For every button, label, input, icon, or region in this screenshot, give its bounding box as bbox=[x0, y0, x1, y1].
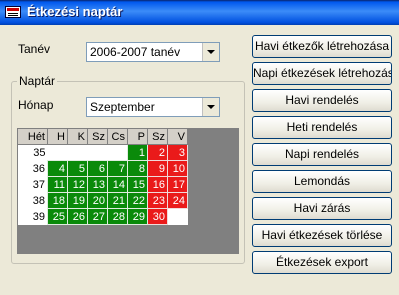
week-number-cell: 39 bbox=[17, 208, 48, 225]
day-cell[interactable]: 14 bbox=[107, 176, 128, 193]
day-cell[interactable]: 22 bbox=[127, 192, 148, 209]
header-cell-monday: H bbox=[47, 128, 68, 145]
calendar-app-icon[interactable] bbox=[5, 6, 21, 18]
header-cell-thursday: Cs bbox=[107, 128, 128, 145]
header-cell-sunday: V bbox=[167, 128, 188, 145]
etkezesek-export-button[interactable]: Étkezések export bbox=[252, 251, 392, 274]
day-cell[interactable]: 16 bbox=[147, 176, 168, 193]
honap-select[interactable]: Szeptember bbox=[86, 97, 220, 117]
day-cell[interactable]: 13 bbox=[87, 176, 108, 193]
day-cell[interactable]: 25 bbox=[47, 208, 68, 225]
havi-rendeles-button[interactable]: Havi rendelés bbox=[252, 89, 392, 112]
calendar-grid: Hét H K Sz Cs P Sz V 35 1 2 3 36 4 5 6 7 8 9 10 37 11… bbox=[17, 128, 239, 254]
title-bar: Étkezési naptár bbox=[0, 0, 399, 25]
day-cell[interactable]: 18 bbox=[47, 192, 68, 209]
day-cell[interactable]: 7 bbox=[107, 160, 128, 177]
day-cell[interactable]: 6 bbox=[87, 160, 108, 177]
heti-rendeles-button[interactable]: Heti rendelés bbox=[252, 116, 392, 139]
day-cell bbox=[87, 144, 108, 161]
day-cell[interactable]: 4 bbox=[47, 160, 68, 177]
calendar-week-row: 36 4 5 6 7 8 9 10 bbox=[17, 160, 188, 177]
day-cell[interactable]: 3 bbox=[167, 144, 188, 161]
calendar-week-row: 35 1 2 3 bbox=[17, 144, 188, 161]
day-cell[interactable]: 27 bbox=[87, 208, 108, 225]
naptar-legend: Naptár bbox=[17, 74, 58, 88]
day-cell[interactable]: 5 bbox=[67, 160, 88, 177]
header-cell-wednesday: Sz bbox=[87, 128, 108, 145]
day-cell[interactable]: 2 bbox=[147, 144, 168, 161]
havi-zaras-button[interactable]: Havi zárás bbox=[252, 197, 392, 220]
havi-etkezesek-torlese-button[interactable]: Havi étkezések törlése bbox=[252, 224, 392, 247]
honap-label: Hónap bbox=[18, 98, 54, 112]
day-cell[interactable]: 11 bbox=[47, 176, 68, 193]
day-cell[interactable]: 26 bbox=[67, 208, 88, 225]
day-cell[interactable]: 1 bbox=[127, 144, 148, 161]
header-cell-saturday: Sz bbox=[147, 128, 168, 145]
day-cell bbox=[67, 144, 88, 161]
day-cell[interactable]: 21 bbox=[107, 192, 128, 209]
week-number-cell: 35 bbox=[17, 144, 48, 161]
napi-etkezesek-letrehozasa-button[interactable]: Napi étkezések létrehozása bbox=[252, 62, 392, 85]
day-cell bbox=[107, 144, 128, 161]
havi-etkezok-letrehozasa-button[interactable]: Havi étkezők létrehozása bbox=[252, 35, 392, 58]
tanev-select-value: 2006-2007 tanév bbox=[90, 45, 181, 59]
window-title: Étkezési naptár bbox=[27, 4, 123, 19]
day-cell[interactable]: 15 bbox=[127, 176, 148, 193]
day-cell[interactable]: 24 bbox=[167, 192, 188, 209]
day-cell[interactable]: 29 bbox=[127, 208, 148, 225]
tanev-label: Tanév bbox=[18, 42, 51, 56]
calendar-week-row: 38 18 19 20 21 22 23 24 bbox=[17, 192, 188, 209]
day-cell[interactable]: 17 bbox=[167, 176, 188, 193]
header-cell-week: Hét bbox=[17, 128, 48, 145]
week-number-cell: 36 bbox=[17, 160, 48, 177]
week-number-cell: 38 bbox=[17, 192, 48, 209]
calendar-header-row: Hét H K Sz Cs P Sz V bbox=[17, 128, 188, 145]
tanev-select[interactable]: 2006-2007 tanév bbox=[86, 42, 220, 62]
napi-rendeles-button[interactable]: Napi rendelés bbox=[252, 143, 392, 166]
chevron-down-icon[interactable] bbox=[202, 43, 219, 61]
day-cell[interactable]: 9 bbox=[147, 160, 168, 177]
calendar-week-row: 37 11 12 13 14 15 16 17 bbox=[17, 176, 188, 193]
calendar-week-row: 39 25 26 27 28 29 30 bbox=[17, 208, 188, 225]
honap-select-value: Szeptember bbox=[90, 100, 155, 114]
day-cell[interactable]: 30 bbox=[147, 208, 168, 225]
day-cell[interactable]: 12 bbox=[67, 176, 88, 193]
day-cell bbox=[167, 208, 188, 225]
day-cell[interactable]: 8 bbox=[127, 160, 148, 177]
header-cell-tuesday: K bbox=[67, 128, 88, 145]
chevron-down-icon[interactable] bbox=[202, 98, 219, 116]
day-cell[interactable]: 23 bbox=[147, 192, 168, 209]
day-cell bbox=[47, 144, 68, 161]
day-cell[interactable]: 20 bbox=[87, 192, 108, 209]
day-cell[interactable]: 10 bbox=[167, 160, 188, 177]
day-cell[interactable]: 19 bbox=[67, 192, 88, 209]
lemondas-button[interactable]: Lemondás bbox=[252, 170, 392, 193]
week-number-cell: 37 bbox=[17, 176, 48, 193]
header-cell-friday: P bbox=[127, 128, 148, 145]
day-cell[interactable]: 28 bbox=[107, 208, 128, 225]
